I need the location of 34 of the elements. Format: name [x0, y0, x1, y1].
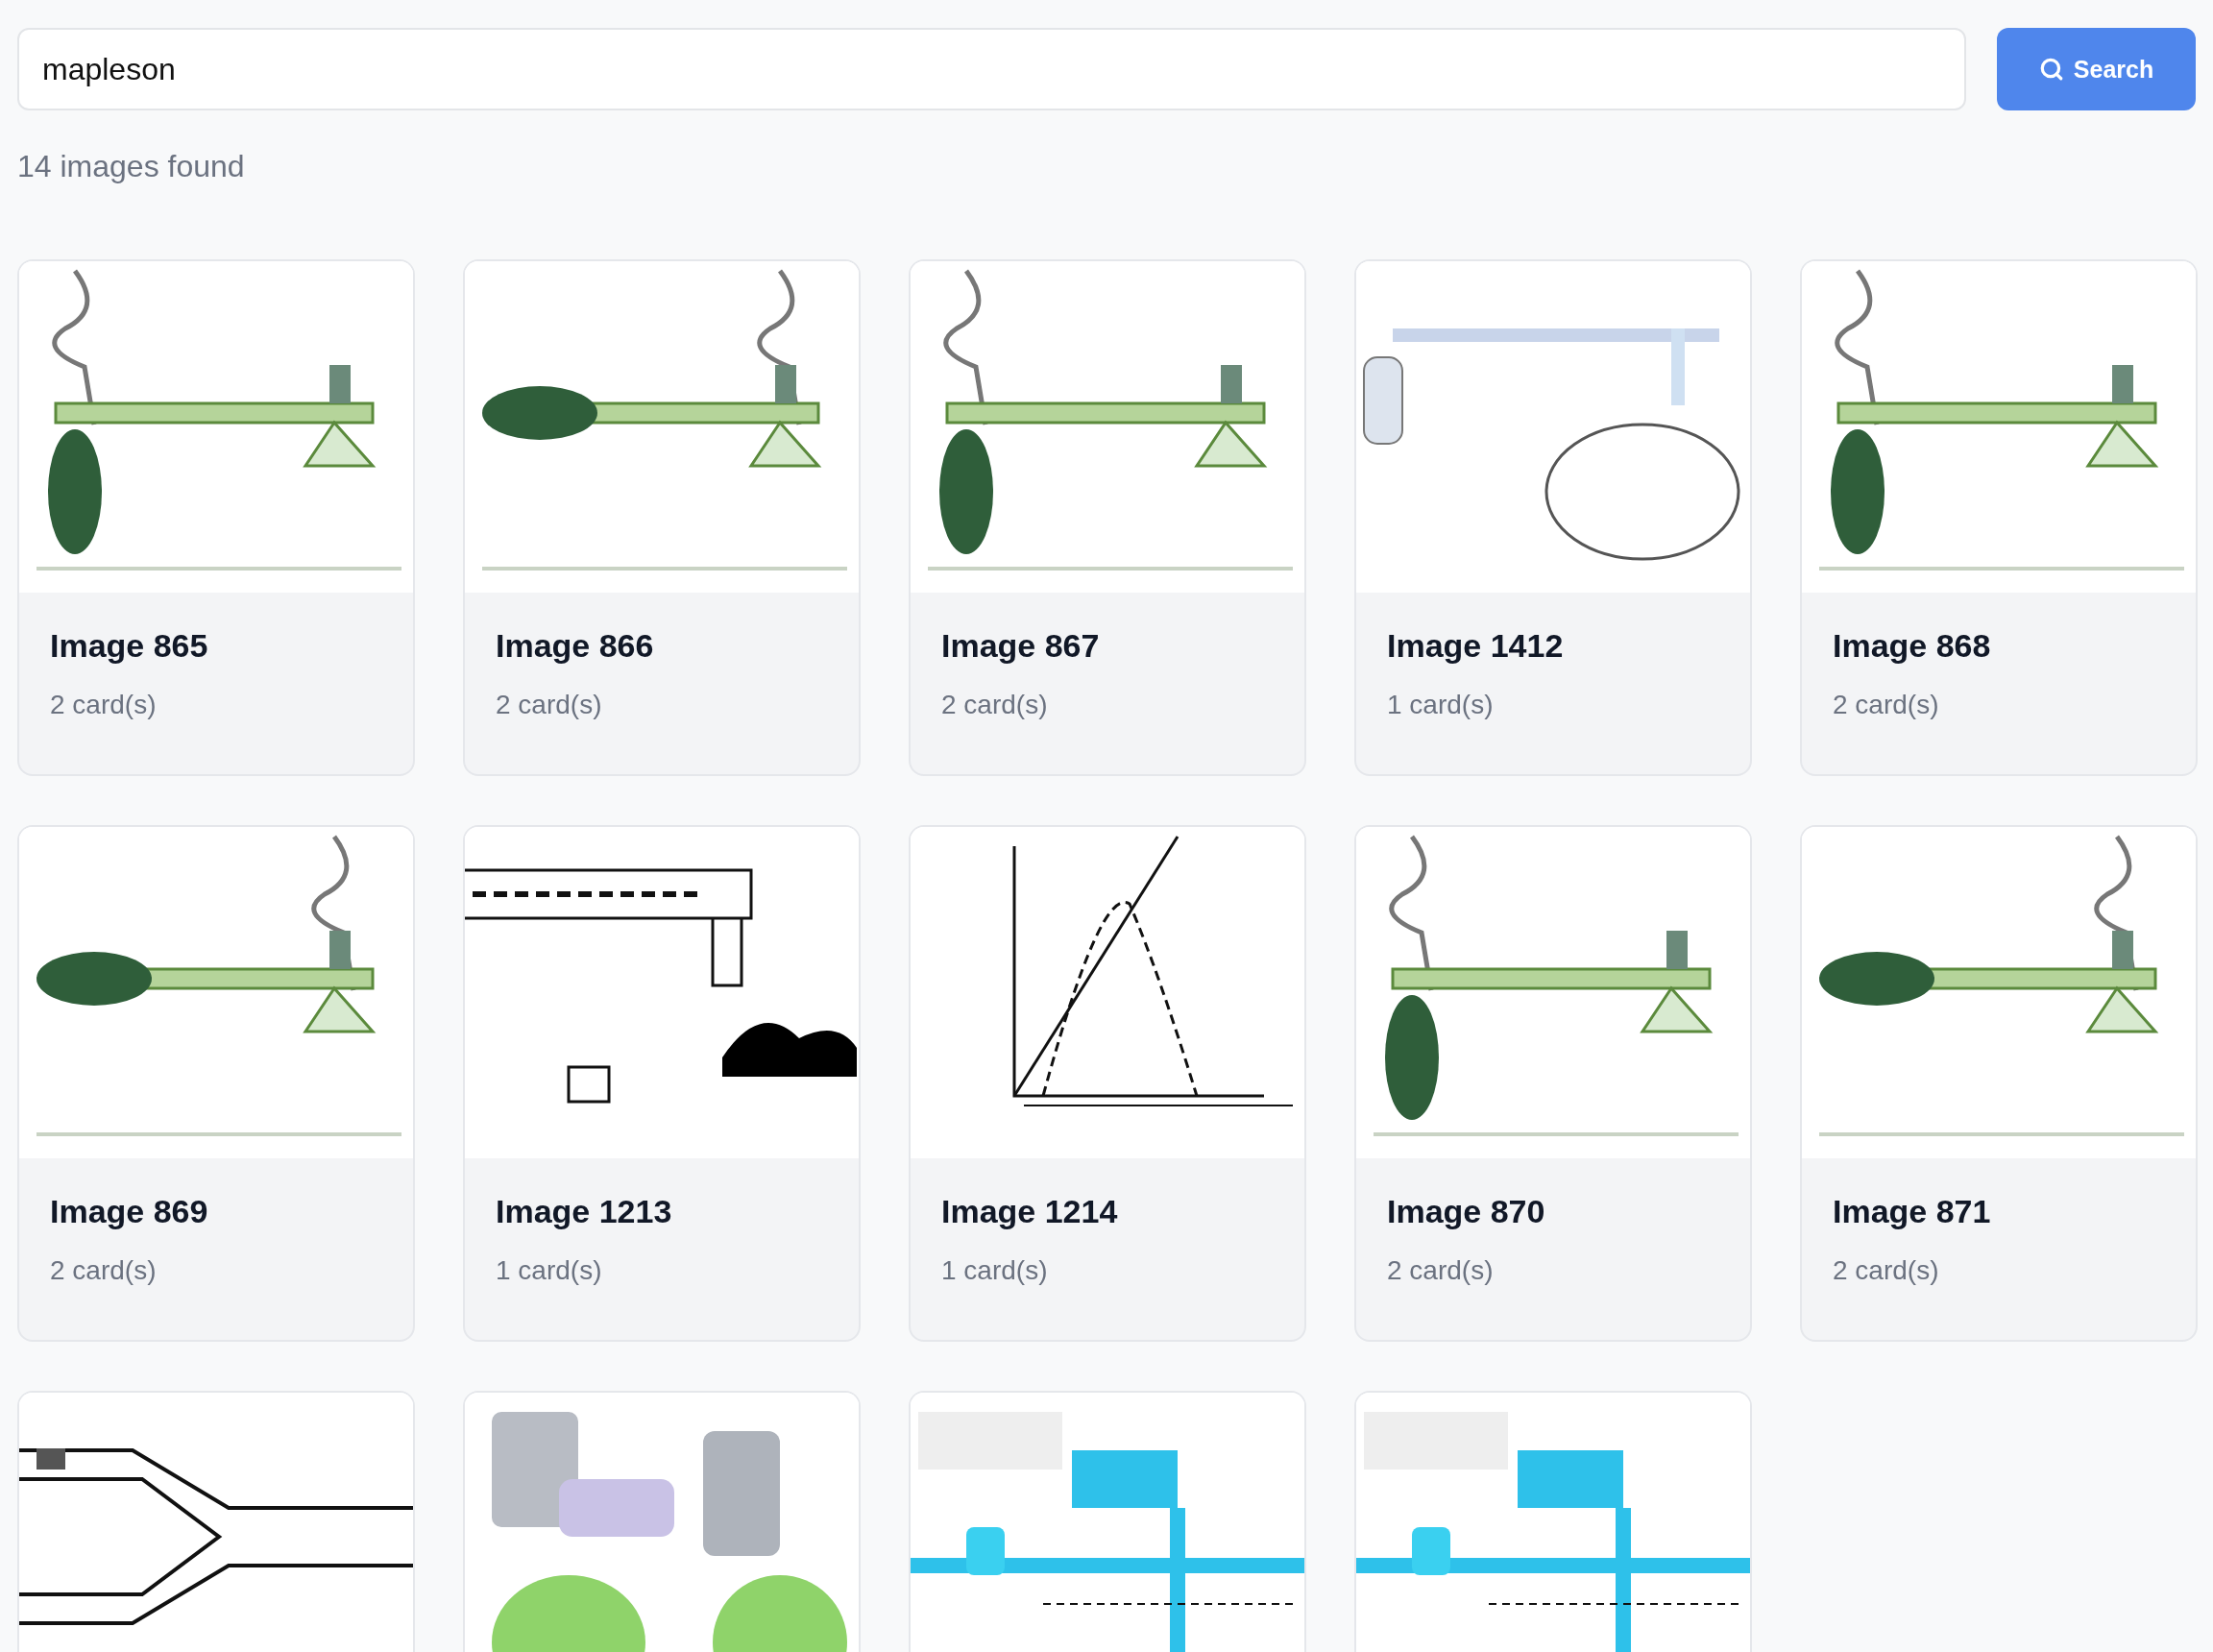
result-card[interactable]: Image 867 2 card(s) [909, 259, 1306, 776]
image-title: Image 867 [941, 627, 1100, 665]
image-title: Image 869 [50, 1193, 208, 1230]
search-icon [2038, 57, 2064, 82]
card-count: 1 card(s) [1387, 690, 1494, 720]
card-count: 2 card(s) [941, 690, 1048, 720]
image-title: Image 868 [1833, 627, 1991, 665]
image-title: Image 1412 [1387, 627, 1564, 665]
result-card[interactable]: Image 870 2 card(s) [1354, 825, 1752, 1342]
result-card[interactable]: Image 868 2 card(s) [1800, 259, 2198, 776]
search-field[interactable]: mapleson [17, 28, 1966, 110]
search-button[interactable]: Search [1997, 28, 2196, 110]
image-title: Image 1214 [941, 1193, 1118, 1230]
image-title: Image 1213 [496, 1193, 672, 1230]
result-card[interactable]: Image 871 2 card(s) [1800, 825, 2198, 1342]
result-card[interactable]: Image 866 2 card(s) [463, 259, 861, 776]
result-card[interactable]: Image 1412 1 card(s) [1354, 259, 1752, 776]
result-card[interactable]: Image 869 2 card(s) [17, 825, 415, 1342]
card-count: 2 card(s) [1833, 1255, 1939, 1286]
card-count: 2 card(s) [1833, 690, 1939, 720]
result-card[interactable]: Image 1213 1 card(s) [463, 825, 861, 1342]
card-count: 1 card(s) [496, 1255, 602, 1286]
result-count: 14 images found [17, 149, 246, 184]
result-card[interactable]: Image 865 2 card(s) [17, 259, 415, 776]
card-count: 2 card(s) [50, 1255, 157, 1286]
image-title: Image 871 [1833, 1193, 1991, 1230]
card-count: 1 card(s) [941, 1255, 1048, 1286]
card-count: 2 card(s) [496, 690, 602, 720]
card-count: 2 card(s) [1387, 1255, 1494, 1286]
image-title: Image 866 [496, 627, 654, 665]
image-title: Image 870 [1387, 1193, 1545, 1230]
result-card[interactable]: Image 1214 1 card(s) [909, 825, 1306, 1342]
card-count: 2 card(s) [50, 690, 157, 720]
image-title: Image 865 [50, 627, 208, 665]
